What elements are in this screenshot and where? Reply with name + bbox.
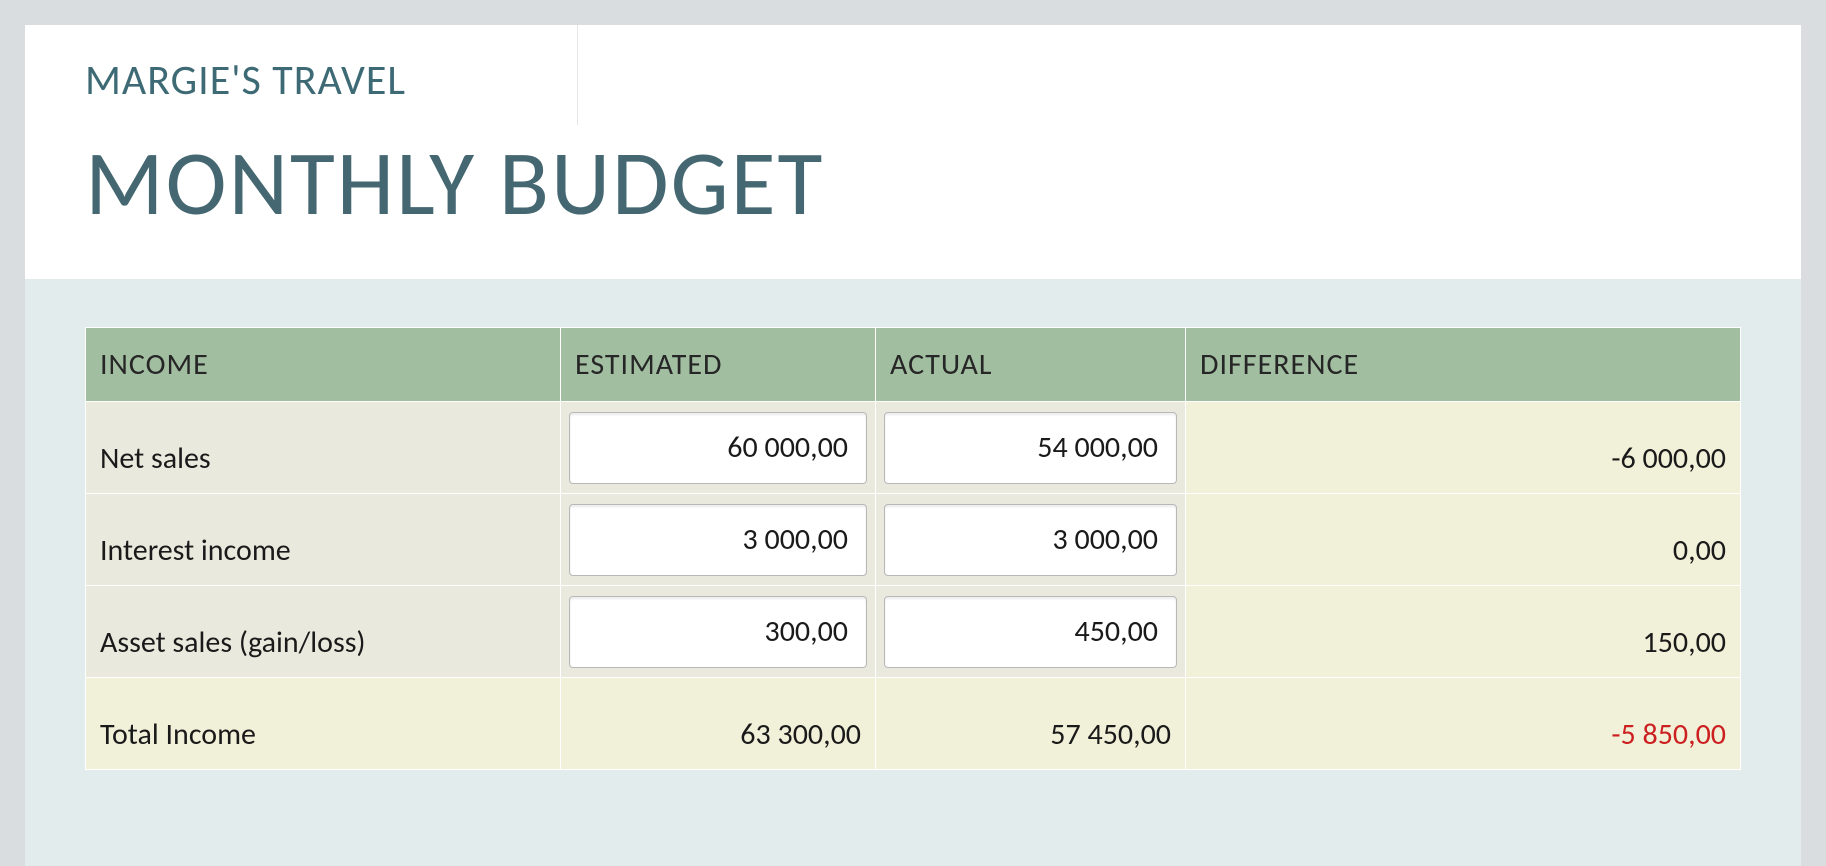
income-table-wrap: INCOME ESTIMATED ACTUAL DIFFERENCE Net s…	[25, 279, 1801, 770]
estimated-cell	[561, 402, 876, 494]
table-row: Asset sales (gain/loss) 150,00	[86, 586, 1741, 678]
table-header-row: INCOME ESTIMATED ACTUAL DIFFERENCE	[86, 328, 1741, 402]
difference-cell: 150,00	[1186, 586, 1741, 678]
company-name: MARGIE'S TRAVEL	[85, 55, 1741, 106]
income-table: INCOME ESTIMATED ACTUAL DIFFERENCE Net s…	[85, 327, 1741, 770]
actual-cell	[876, 402, 1186, 494]
difference-cell: 0,00	[1186, 494, 1741, 586]
estimated-input[interactable]	[569, 412, 867, 484]
difference-cell: -6 000,00	[1186, 402, 1741, 494]
estimated-cell	[561, 586, 876, 678]
grid-divider	[577, 25, 578, 125]
total-actual: 57 450,00	[876, 678, 1186, 770]
actual-input[interactable]	[884, 596, 1177, 668]
total-estimated: 63 300,00	[561, 678, 876, 770]
table-row: Interest income 0,00	[86, 494, 1741, 586]
row-label: Net sales	[86, 402, 561, 494]
header-block: MARGIE'S TRAVEL MONTHLY BUDGET	[25, 25, 1801, 279]
total-difference: -5 850,00	[1186, 678, 1741, 770]
total-label: Total Income	[86, 678, 561, 770]
col-header-actual: ACTUAL	[876, 328, 1186, 402]
estimated-input[interactable]	[569, 504, 867, 576]
row-label: Asset sales (gain/loss)	[86, 586, 561, 678]
total-row: Total Income 63 300,00 57 450,00 -5 850,…	[86, 678, 1741, 770]
budget-sheet: MARGIE'S TRAVEL MONTHLY BUDGET INCOME ES…	[25, 25, 1801, 866]
actual-cell	[876, 586, 1186, 678]
actual-cell	[876, 494, 1186, 586]
col-header-income: INCOME	[86, 328, 561, 402]
table-row: Net sales -6 000,00	[86, 402, 1741, 494]
row-label: Interest income	[86, 494, 561, 586]
col-header-difference: DIFFERENCE	[1186, 328, 1741, 402]
actual-input[interactable]	[884, 504, 1177, 576]
estimated-input[interactable]	[569, 596, 867, 668]
actual-input[interactable]	[884, 412, 1177, 484]
col-header-estimated: ESTIMATED	[561, 328, 876, 402]
estimated-cell	[561, 494, 876, 586]
page-title: MONTHLY BUDGET	[85, 126, 1741, 239]
